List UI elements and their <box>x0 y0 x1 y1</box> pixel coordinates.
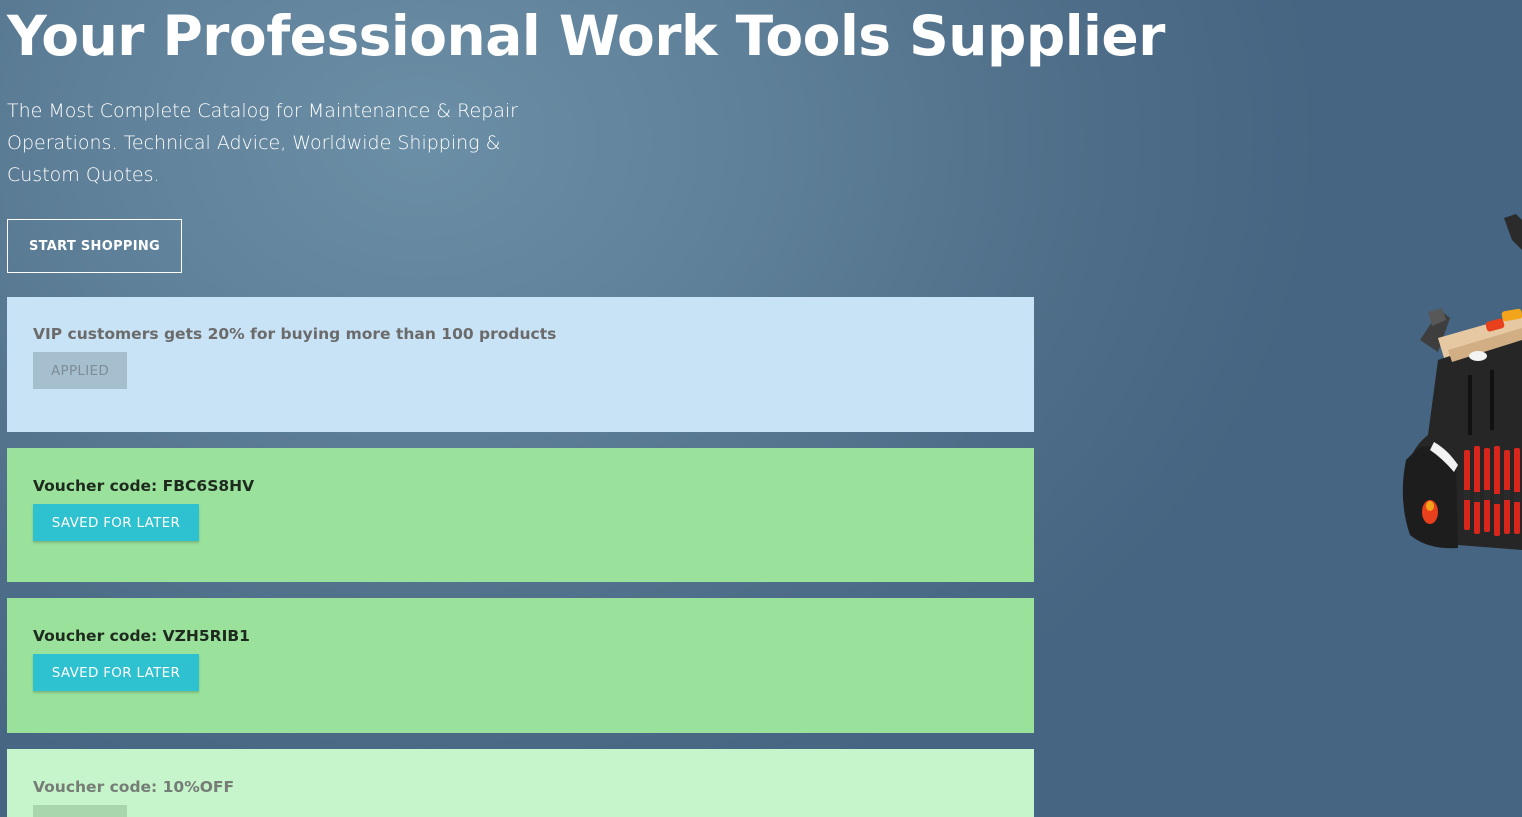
applied-button[interactable]: APPLIED <box>33 352 127 389</box>
vip-offer-card: VIP customers gets 20% for buying more t… <box>7 297 1034 432</box>
voucher-code-text: Voucher code: FBC6S8HV <box>33 477 255 495</box>
voucher-action-button[interactable] <box>33 805 127 817</box>
voucher-card: Voucher code: VZH5RIB1 SAVED FOR LATER <box>7 598 1034 733</box>
voucher-code-text: Voucher code: VZH5RIB1 <box>33 627 250 645</box>
voucher-code-text: Voucher code: 10%OFF <box>33 778 235 796</box>
hero-title: Your Professional Work Tools Supplier <box>7 4 1165 68</box>
hero-subtitle: The Most Complete Catalog for Maintenanc… <box>7 100 518 186</box>
vip-offer-text: VIP customers gets 20% for buying more t… <box>33 325 557 343</box>
saved-for-later-button[interactable]: SAVED FOR LATER <box>33 654 199 691</box>
start-shopping-button[interactable]: START SHOPPING <box>7 219 182 273</box>
tool-bag-image <box>1402 214 1522 550</box>
voucher-card: Voucher code: FBC6S8HV SAVED FOR LATER <box>7 448 1034 582</box>
saved-for-later-button[interactable]: SAVED FOR LATER <box>33 504 199 541</box>
voucher-card: Voucher code: 10%OFF <box>7 749 1034 817</box>
